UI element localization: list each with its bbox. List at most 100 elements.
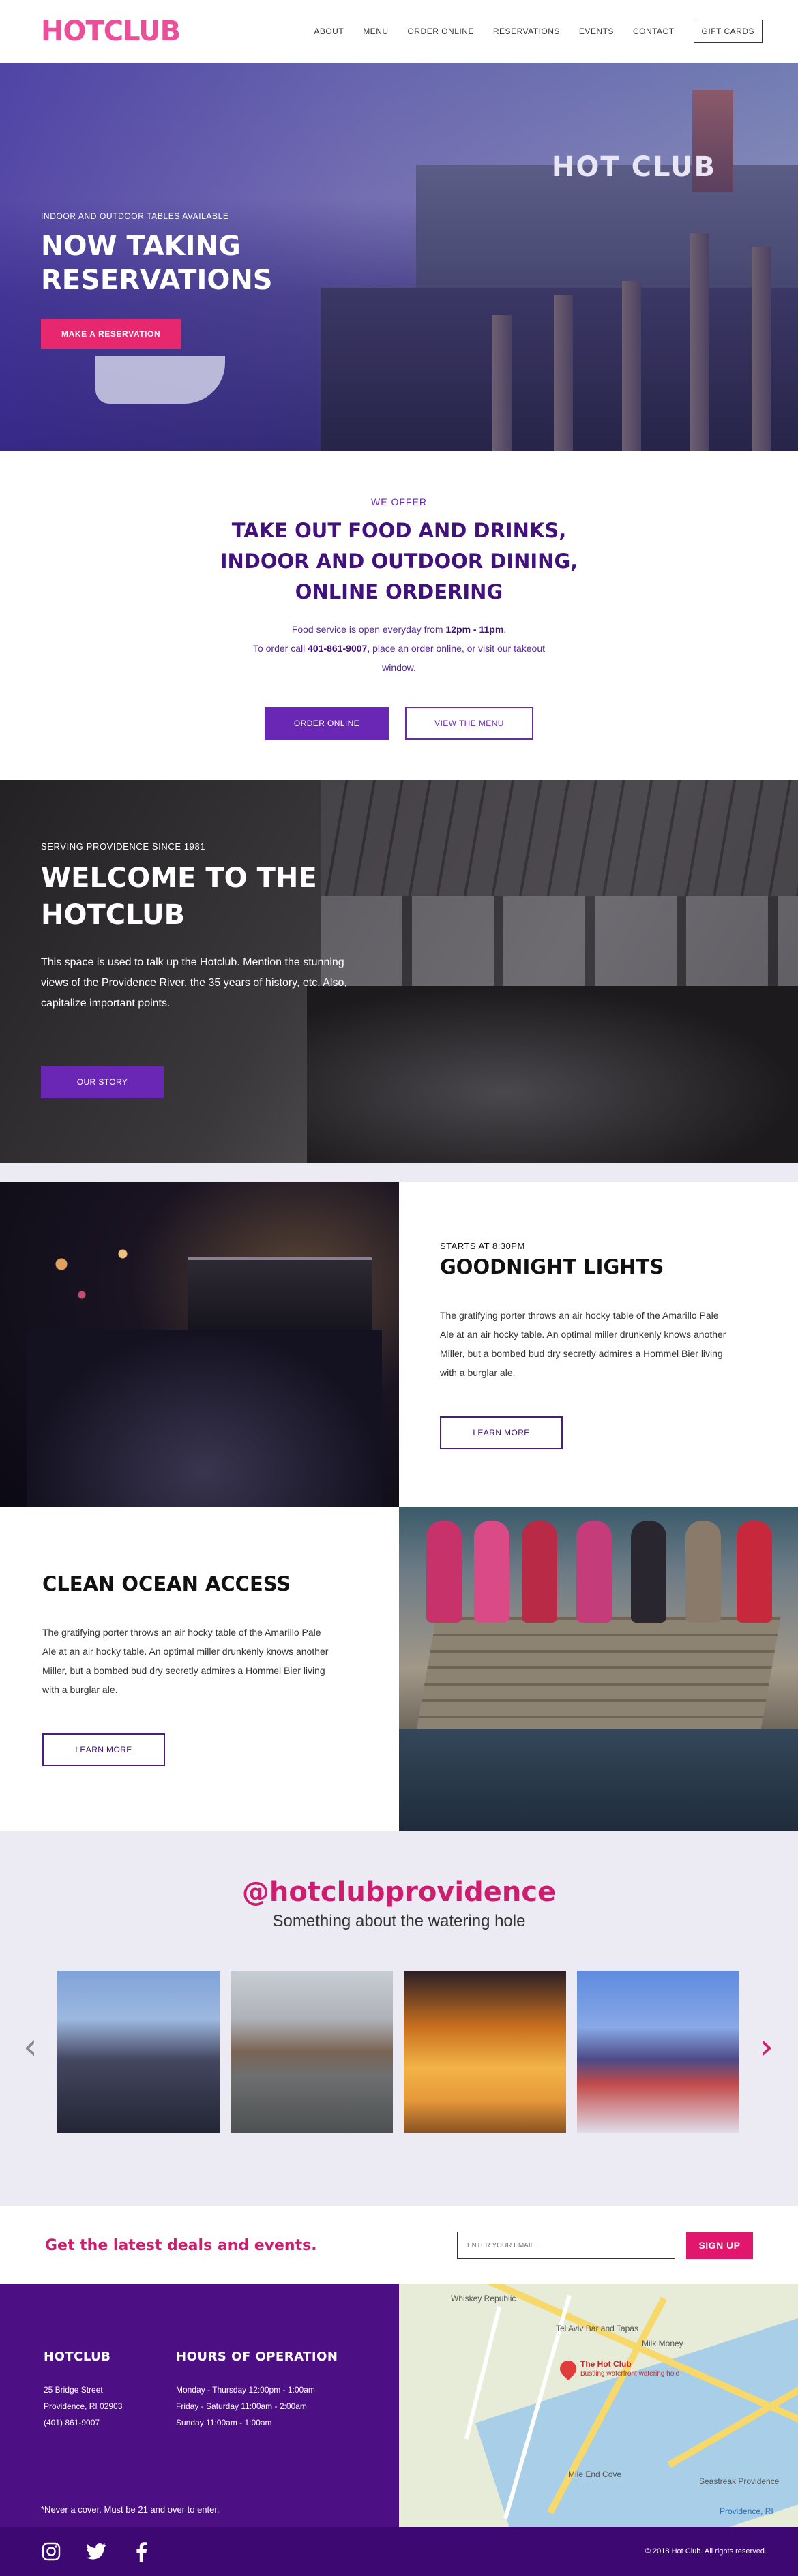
- instagram-carousel: [57, 1971, 739, 2133]
- nav-contact[interactable]: CONTACT: [633, 27, 675, 36]
- chevron-right-icon[interactable]: ›: [759, 2029, 773, 2065]
- footer-hours-line: Monday - Thursday 12:00pm - 1:00am: [176, 2385, 315, 2395]
- welcome-content: SERVING PROVIDENCE SINCE 1981 WELCOME TO…: [41, 841, 368, 1098]
- welcome-roof-image: [321, 780, 798, 896]
- feature-goodnight-lights: STARTS AT 8:30PM GOODNIGHT LIGHTS The gr…: [0, 1182, 798, 1507]
- newsletter-title: Get the latest deals and events.: [45, 2236, 317, 2254]
- offer-hours: 12pm - 11pm: [445, 624, 504, 635]
- person-figure: [685, 1521, 721, 1623]
- crowd-silhouette: [27, 1330, 382, 1507]
- instagram-handle[interactable]: @hotclubprovidence: [0, 1876, 798, 1908]
- offer-phone-label: To order call: [252, 643, 308, 654]
- footer-bottom-bar: © 2018 Hot Club. All rights reserved.: [0, 2527, 798, 2576]
- footer-hours-column: HOURS OF OPERATION Monday - Thursday 12:…: [176, 2350, 338, 2431]
- nav-order-online[interactable]: ORDER ONLINE: [408, 27, 474, 36]
- footer-address-line: 25 Bridge Street: [44, 2385, 103, 2395]
- map-label: The Hot Club: [580, 2359, 632, 2369]
- footer-hours-line: Sunday 11:00am - 1:00am: [176, 2418, 272, 2427]
- offer-order-text: , place an order online, or visit our ta…: [367, 643, 546, 673]
- offer-hours-label: Food service is open everyday from: [291, 624, 446, 635]
- facebook-icon[interactable]: [131, 2541, 151, 2562]
- newsletter-section: Get the latest deals and events. SIGN UP: [0, 2206, 798, 2284]
- person-figure: [522, 1521, 557, 1623]
- offer-kicker: WE OFFER: [371, 496, 427, 507]
- twitter-icon[interactable]: [86, 2541, 106, 2562]
- instagram-photo[interactable]: [231, 1971, 393, 2133]
- offer-phone[interactable]: 401-861-9007: [308, 643, 367, 654]
- offer-hours-period: .: [503, 624, 507, 635]
- feature-text-block: STARTS AT 8:30PM GOODNIGHT LIGHTS The gr…: [399, 1182, 798, 1507]
- offer-section: WE OFFER TAKE OUT FOOD AND DRINKS, INDOO…: [0, 451, 798, 780]
- hero-section: HOT CLUB INDOOR AND OUTDOOR TABLES AVAIL…: [0, 63, 798, 451]
- location-map[interactable]: Whiskey Republic Tel Aviv Bar and Tapas …: [399, 2284, 798, 2527]
- map-label: Whiskey Republic: [451, 2294, 516, 2303]
- feature-text-block: CLEAN OCEAN ACCESS The gratifying porter…: [0, 1507, 399, 1831]
- chevron-left-icon[interactable]: ‹: [23, 2029, 38, 2065]
- copyright-text: © 2018 Hot Club. All rights reserved.: [645, 2547, 767, 2556]
- email-input[interactable]: [457, 2232, 675, 2259]
- footer-main: HOTCLUB 25 Bridge Street Providence, RI …: [0, 2284, 798, 2527]
- offer-title: TAKE OUT FOOD AND DRINKS, INDOOR AND OUT…: [220, 519, 578, 603]
- footer-phone[interactable]: (401) 861-9007: [44, 2414, 176, 2431]
- welcome-crowd-image: [307, 986, 798, 1163]
- learn-more-button[interactable]: LEARN MORE: [42, 1733, 165, 1766]
- site-header: HOTCLUB ABOUT MENU ORDER ONLINE RESERVAT…: [0, 0, 798, 63]
- hero-piling: [492, 315, 512, 451]
- footer-info: HOTCLUB 25 Bridge Street Providence, RI …: [0, 2284, 399, 2527]
- map-label: Mile End Cove: [568, 2470, 622, 2479]
- map-label: Providence, RI: [720, 2506, 773, 2516]
- instagram-photo[interactable]: [57, 1971, 220, 2133]
- our-story-button[interactable]: OUR STORY: [41, 1066, 164, 1098]
- social-links: [41, 2541, 151, 2562]
- footer-hours-title: HOURS OF OPERATION: [176, 2350, 338, 2364]
- map-label: Bustling waterfront watering hole: [580, 2370, 680, 2378]
- instagram-photo[interactable]: [577, 1971, 739, 2133]
- nav-menu[interactable]: MENU: [363, 27, 388, 36]
- dock-kids-image: [399, 1507, 798, 1831]
- sign-up-button[interactable]: SIGN UP: [686, 2232, 753, 2259]
- learn-more-button[interactable]: LEARN MORE: [440, 1416, 563, 1449]
- instagram-photo[interactable]: [404, 1971, 566, 2133]
- instagram-icon[interactable]: [41, 2541, 61, 2562]
- person-figure: [426, 1521, 462, 1623]
- person-figure: [474, 1521, 509, 1623]
- dock-planks: [416, 1616, 781, 1732]
- map-label: Tel Aviv Bar and Tapas: [556, 2324, 638, 2333]
- footer-columns: HOTCLUB 25 Bridge Street Providence, RI …: [44, 2350, 399, 2431]
- welcome-title: WELCOME TO THE HOTCLUB: [41, 863, 317, 931]
- section-divider: [0, 1163, 798, 1182]
- view-menu-button[interactable]: VIEW THE MENU: [405, 707, 533, 740]
- nav-reservations[interactable]: RESERVATIONS: [493, 27, 560, 36]
- offer-buttons: ORDER ONLINE VIEW THE MENU: [0, 707, 798, 740]
- hero-sign-text: HOT CLUB: [551, 151, 716, 183]
- person-figure: [576, 1521, 612, 1623]
- order-online-button[interactable]: ORDER ONLINE: [265, 707, 389, 740]
- instagram-subtitle: Something about the watering hole: [272, 1912, 526, 1930]
- hero-title: NOW TAKING RESERVATIONS: [41, 230, 273, 296]
- hero-piling: [752, 247, 771, 451]
- nav-events[interactable]: EVENTS: [579, 27, 614, 36]
- map-label: Seastreak Providence: [699, 2476, 780, 2486]
- hero-content: INDOOR AND OUTDOOR TABLES AVAILABLE NOW …: [41, 211, 327, 349]
- hero-piling: [622, 281, 641, 451]
- map-label: Milk Money: [642, 2339, 683, 2348]
- map-pin-icon[interactable]: [557, 2357, 580, 2380]
- gift-cards-button[interactable]: GIFT CARDS: [693, 20, 763, 43]
- footer-address-line: Providence, RI 02903: [44, 2401, 123, 2411]
- welcome-kicker: SERVING PROVIDENCE SINCE 1981: [41, 841, 206, 852]
- feature-text: The gratifying porter throws an air hock…: [42, 1627, 329, 1695]
- night-party-image: [0, 1182, 399, 1507]
- hero-boat-image: [95, 356, 225, 404]
- welcome-section: SERVING PROVIDENCE SINCE 1981 WELCOME TO…: [0, 780, 798, 1163]
- site-logo[interactable]: HOTCLUB: [41, 16, 181, 47]
- main-nav: ABOUT MENU ORDER ONLINE RESERVATIONS EVE…: [295, 20, 763, 43]
- feature-clean-ocean-access: CLEAN OCEAN ACCESS The gratifying porter…: [0, 1507, 798, 1831]
- feature-title: CLEAN OCEAN ACCESS: [42, 1572, 291, 1596]
- person-figure: [631, 1521, 666, 1623]
- nav-about[interactable]: ABOUT: [314, 27, 344, 36]
- hero-piling: [554, 295, 573, 451]
- make-reservation-button[interactable]: MAKE A RESERVATION: [41, 319, 181, 349]
- footer-note: *Never a cover. Must be 21 and over to e…: [41, 2504, 220, 2515]
- hero-kicker: INDOOR AND OUTDOOR TABLES AVAILABLE: [41, 211, 229, 221]
- water-area: [399, 1729, 798, 1831]
